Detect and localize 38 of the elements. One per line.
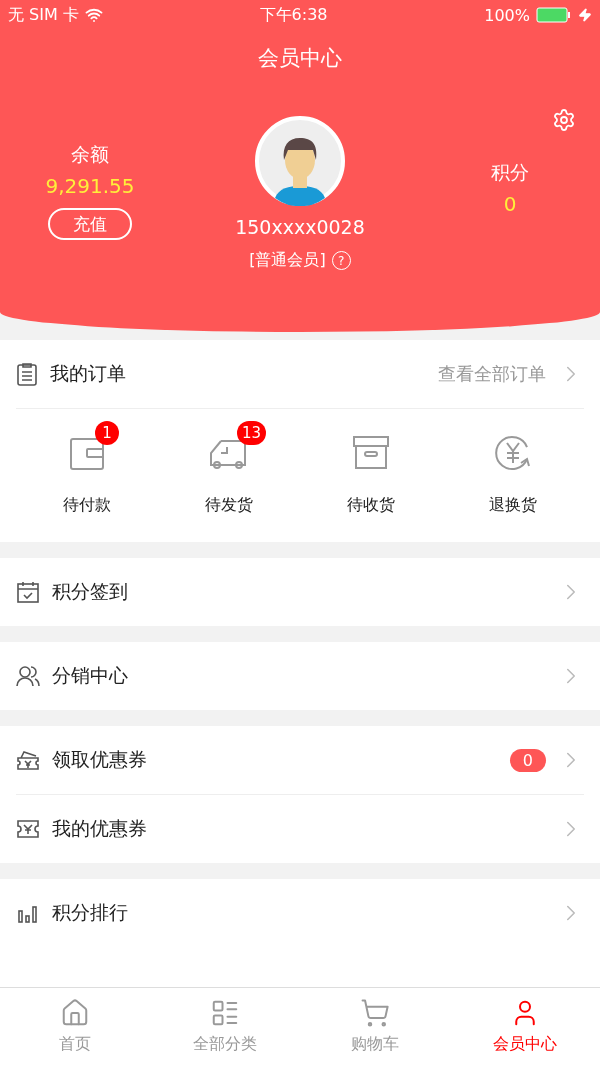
menu-item[interactable]: 我的优惠券 [52,816,546,842]
charging-icon [578,8,592,22]
status-time: 下午6:38 [259,4,328,26]
orders-title: 我的订单 [50,361,127,386]
home-icon [60,998,90,1028]
coupon-icon [16,817,40,841]
coupon-icon [16,748,40,772]
calendar-check-icon [16,580,40,604]
clipboard-icon [16,362,38,386]
menu-item[interactable]: 领取优惠券 [52,747,498,773]
menu-item[interactable]: 积分签到 [52,579,546,605]
count-badge: 1 [95,421,119,445]
balance-amount: 9,291.55 [45,174,135,198]
wifi-icon [84,6,103,24]
balance-label: 余额 [71,142,109,167]
category-list-icon [210,998,240,1028]
menu-item[interactable]: 分销中心 [52,663,546,689]
battery-percent: 100% [484,5,530,25]
order-status-label[interactable]: 待发货 [205,495,253,516]
order-status-label[interactable]: 退换货 [489,495,537,516]
order-status-label[interactable]: 待付款 [63,495,111,516]
battery-icon [536,7,572,23]
cart-icon [360,998,390,1028]
order-status-label[interactable]: 待收货 [347,495,395,516]
count-badge: 13 [237,421,267,445]
yen-refund-icon [493,433,533,473]
member-level: [普通会员] [249,250,326,271]
menu-item[interactable]: 积分排行 [52,900,546,926]
avatar-icon [255,116,345,206]
points-label: 积分 [491,160,529,185]
settings-icon[interactable] [552,108,576,132]
tab[interactable]: 会员中心 [450,988,600,1067]
carrier-text: 无 SIM 卡 [8,4,79,26]
count-badge: 0 [509,748,546,772]
points-value: 0 [503,192,517,216]
page-title: 会员中心 [257,45,343,72]
user-phone: 150xxxx0028 [235,216,365,238]
users-icon [16,664,40,688]
